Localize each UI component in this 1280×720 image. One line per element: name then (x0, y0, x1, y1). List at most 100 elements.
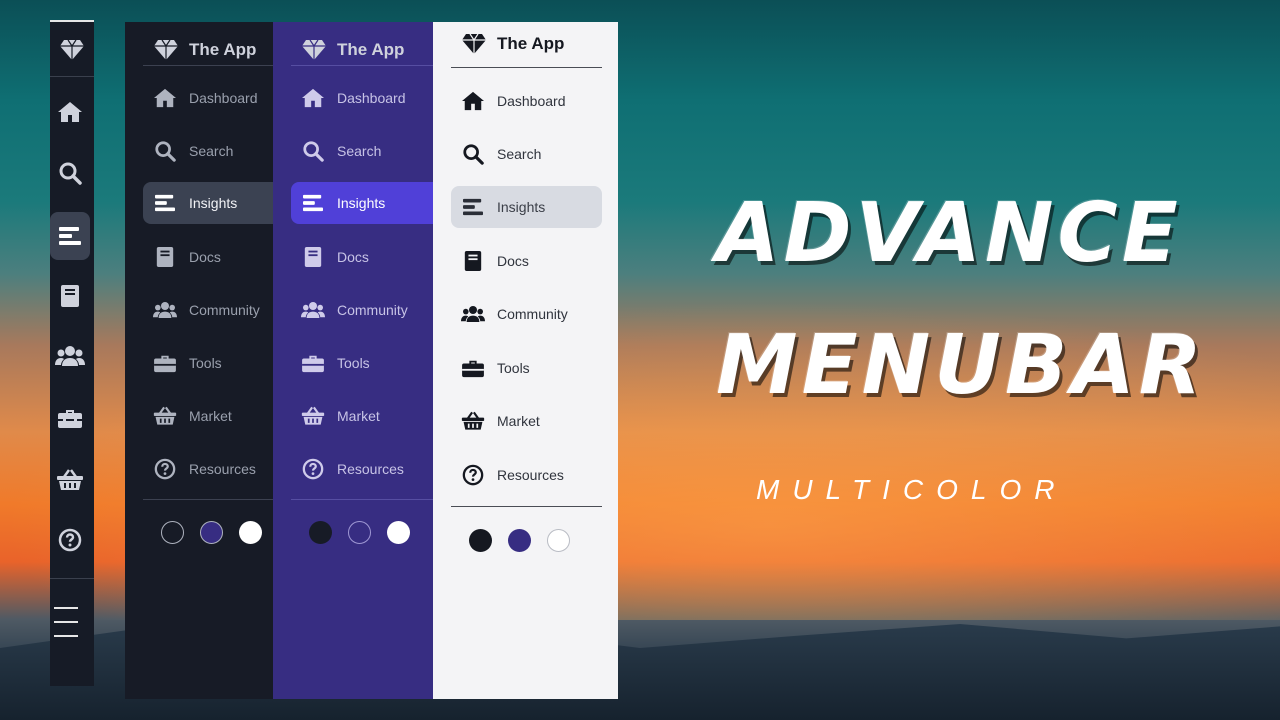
theme-light-swatch[interactable] (547, 529, 570, 552)
brand-name: The App (189, 40, 257, 59)
sidebar-item-label: Docs (337, 249, 369, 265)
theme-dark-swatch[interactable] (309, 521, 332, 544)
sidebar-item-label: Search (337, 143, 382, 159)
sidebar-item-label: Resources (337, 461, 404, 477)
theme-swatches (469, 529, 570, 552)
search-icon (301, 139, 325, 163)
divider-bottom (451, 506, 602, 507)
sidebar-item-label: Dashboard (189, 90, 258, 106)
headline-subtitle: MULTICOLOR (756, 474, 1068, 505)
sidebar-item-label: Tools (497, 360, 530, 376)
theme-purple-swatch[interactable] (508, 529, 531, 552)
sidebar-item-community[interactable]: Community (451, 293, 602, 335)
theme-swatches (161, 521, 262, 544)
sidebar-item-docs[interactable]: Docs (143, 236, 273, 278)
insights-icon (461, 195, 485, 219)
question-circle-icon (58, 528, 82, 552)
sidebar-item-label: Docs (189, 249, 221, 265)
users-icon (461, 302, 485, 326)
sidebar-item-label: Search (497, 146, 542, 162)
sidebar-item-label: Dashboard (497, 93, 566, 109)
sidebar-item-market[interactable]: Market (143, 395, 273, 437)
theme-swatches (309, 521, 410, 544)
mini-item-docs[interactable] (50, 272, 90, 320)
mini-item-resources[interactable] (50, 516, 90, 564)
sidebar-item-insights[interactable]: Insights (291, 182, 433, 224)
basket-icon (153, 404, 177, 428)
sidebar-item-resources[interactable]: Resources (143, 448, 273, 490)
sidebar-item-label: Community (337, 302, 408, 318)
mini-item-tools[interactable] (50, 394, 90, 442)
sidebar-item-label: Community (189, 302, 260, 318)
sidebar-item-dashboard[interactable]: Dashboard (451, 80, 602, 122)
toolbox-icon (461, 356, 485, 380)
sidebar-purple-theme: The App Dashboard Search Insights Docs C… (273, 22, 433, 699)
sidebar-item-insights[interactable]: Insights (451, 186, 602, 228)
sidebar-item-search[interactable]: Search (451, 133, 602, 175)
sidebar-item-market[interactable]: Market (451, 400, 602, 442)
headline-line-2: MENUBAR (716, 318, 1206, 413)
question-circle-icon (153, 457, 177, 481)
question-circle-icon (461, 463, 485, 487)
sidebar-item-docs[interactable]: Docs (451, 240, 602, 282)
book-icon (153, 245, 177, 269)
toolbox-icon (153, 351, 177, 375)
mini-item-search[interactable] (50, 149, 90, 197)
sidebar-item-label: Market (497, 413, 540, 429)
mini-item-dashboard[interactable] (50, 88, 90, 136)
hamburger-menu-icon[interactable] (50, 607, 94, 657)
basket-icon (57, 469, 83, 490)
sidebar-item-label: Insights (337, 195, 386, 211)
mini-item-insights[interactable] (50, 212, 90, 260)
theme-light-swatch[interactable] (387, 521, 410, 544)
divider-bottom (143, 499, 273, 500)
home-icon (301, 86, 325, 110)
sidebar-item-community[interactable]: Community (143, 289, 273, 331)
sidebar-item-resources[interactable]: Resources (451, 454, 602, 496)
sidebar-item-label: Search (189, 143, 234, 159)
theme-purple-swatch[interactable] (348, 521, 371, 544)
brand: The App (301, 30, 404, 70)
basket-icon (461, 409, 485, 433)
mini-item-community[interactable] (50, 332, 90, 380)
toolbox-icon (301, 351, 325, 375)
mini-item-market[interactable] (50, 456, 90, 504)
insights-icon (59, 227, 81, 245)
search-icon (153, 139, 177, 163)
sidebar-item-label: Dashboard (337, 90, 406, 106)
sidebar-item-label: Community (497, 306, 568, 322)
divider-top (451, 67, 602, 68)
theme-light-swatch[interactable] (239, 521, 262, 544)
theme-dark-swatch[interactable] (161, 521, 184, 544)
brand-name: The App (497, 34, 565, 53)
sidebar-item-label: Docs (497, 253, 529, 269)
sidebar-item-tools[interactable]: Tools (451, 347, 602, 389)
sidebar-item-label: Insights (189, 195, 238, 211)
sidebar-item-search[interactable]: Search (291, 130, 433, 172)
sidebar-light-theme: The App Dashboard Search Insights Docs C… (433, 22, 618, 699)
sidebar-item-dashboard[interactable]: Dashboard (291, 77, 433, 119)
theme-purple-swatch[interactable] (200, 521, 223, 544)
sidebar-item-label: Tools (189, 355, 222, 371)
theme-dark-swatch[interactable] (469, 529, 492, 552)
sidebar-item-resources[interactable]: Resources (291, 448, 433, 490)
sidebar-item-search[interactable]: Search (143, 130, 273, 172)
home-icon (58, 102, 82, 122)
home-icon (153, 86, 177, 110)
mini-divider-top (50, 76, 94, 77)
sidebar-item-dashboard[interactable]: Dashboard (143, 77, 273, 119)
insights-icon (153, 191, 177, 215)
brand: The App (153, 30, 256, 70)
sidebar-item-label: Market (337, 408, 380, 424)
book-icon (301, 245, 325, 269)
users-icon (301, 298, 325, 322)
sidebar-item-tools[interactable]: Tools (143, 342, 273, 384)
sidebar-item-community[interactable]: Community (291, 289, 433, 331)
sidebar-item-docs[interactable]: Docs (291, 236, 433, 278)
users-icon (55, 346, 85, 366)
sidebar-item-label: Resources (497, 467, 564, 483)
sidebar-item-tools[interactable]: Tools (291, 342, 433, 384)
sidebar-dark-theme: The App Dashboard Search Insights Docs C… (125, 22, 273, 699)
sidebar-item-insights[interactable]: Insights (143, 182, 273, 224)
sidebar-item-market[interactable]: Market (291, 395, 433, 437)
